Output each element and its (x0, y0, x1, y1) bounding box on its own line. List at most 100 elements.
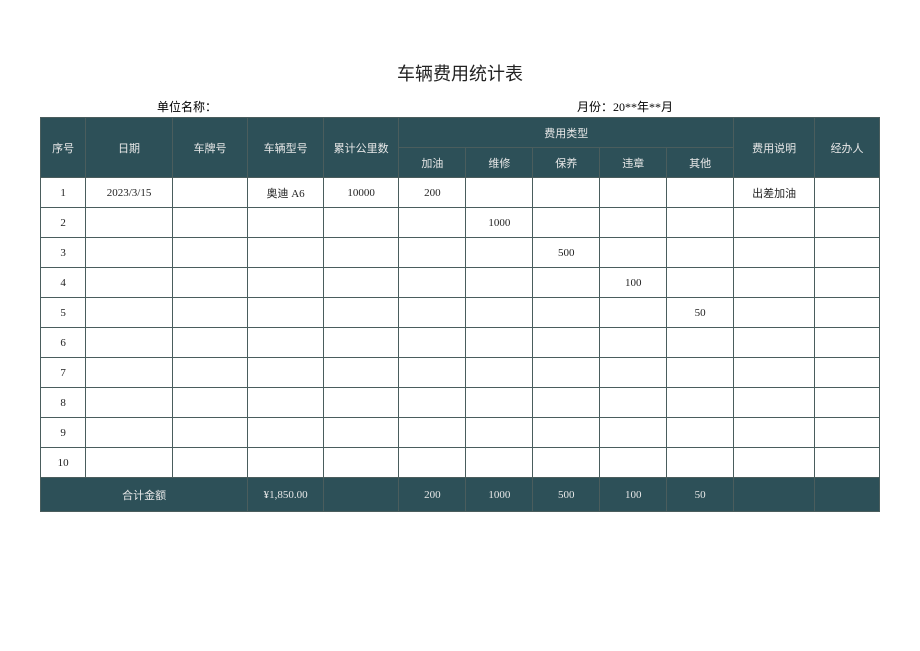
cell-km (323, 268, 399, 298)
expense-table: 序号 日期 车牌号 车辆型号 累计公里数 费用类型 费用说明 经办人 加油 维修… (40, 117, 880, 512)
cell-seq: 7 (41, 358, 86, 388)
cell-agent (815, 238, 880, 268)
cell-other (667, 328, 734, 358)
cell-other (667, 418, 734, 448)
cell-other (667, 238, 734, 268)
cell-plate (172, 268, 248, 298)
th-seq: 序号 (41, 118, 86, 178)
cell-fuel (399, 328, 466, 358)
cell-km: 10000 (323, 178, 399, 208)
table-row: 12023/3/15奥迪 A610000200出差加油 (41, 178, 880, 208)
cell-desc (734, 238, 815, 268)
cell-date (86, 448, 172, 478)
th-maint: 保养 (533, 148, 600, 178)
cell-agent (815, 358, 880, 388)
cell-date (86, 298, 172, 328)
cell-plate (172, 418, 248, 448)
table-row: 10 (41, 448, 880, 478)
table-row: 6 (41, 328, 880, 358)
cell-model (248, 358, 324, 388)
cell-km (323, 448, 399, 478)
cell-maint (533, 448, 600, 478)
cell-km (323, 208, 399, 238)
cell-violation: 100 (600, 268, 667, 298)
cell-violation (600, 208, 667, 238)
cell-maint (533, 298, 600, 328)
cell-fuel (399, 358, 466, 388)
th-date: 日期 (86, 118, 172, 178)
cell-desc (734, 358, 815, 388)
cell-seq: 8 (41, 388, 86, 418)
page-title: 车辆费用统计表 (40, 60, 880, 86)
cell-km (323, 388, 399, 418)
cell-km (323, 358, 399, 388)
cell-repair (466, 268, 533, 298)
table-row: 550 (41, 298, 880, 328)
totals-repair: 1000 (466, 478, 533, 512)
cell-model (248, 268, 324, 298)
cell-agent (815, 178, 880, 208)
cell-repair (466, 298, 533, 328)
cell-model (248, 328, 324, 358)
cell-date (86, 358, 172, 388)
cell-desc (734, 268, 815, 298)
th-km: 累计公里数 (323, 118, 399, 178)
unit-label: 单位名称： (157, 98, 217, 115)
totals-maint: 500 (533, 478, 600, 512)
cell-model: 奥迪 A6 (248, 178, 324, 208)
totals-other: 50 (667, 478, 734, 512)
cell-agent (815, 298, 880, 328)
cell-other (667, 208, 734, 238)
th-plate: 车牌号 (172, 118, 248, 178)
table-row: 8 (41, 388, 880, 418)
cell-maint (533, 328, 600, 358)
cell-desc (734, 328, 815, 358)
totals-amount: ¥1,850.00 (248, 478, 324, 512)
table-row: 9 (41, 418, 880, 448)
th-violation: 违章 (600, 148, 667, 178)
totals-blank-agent (815, 478, 880, 512)
cell-fuel (399, 298, 466, 328)
month-label: 月份：20**年**月 (577, 98, 673, 115)
cell-seq: 5 (41, 298, 86, 328)
cell-plate (172, 388, 248, 418)
cell-maint (533, 178, 600, 208)
cell-date: 2023/3/15 (86, 178, 172, 208)
table-row: 3500 (41, 238, 880, 268)
cell-maint (533, 388, 600, 418)
cell-agent (815, 208, 880, 238)
cell-date (86, 238, 172, 268)
th-model: 车辆型号 (248, 118, 324, 178)
cell-violation (600, 418, 667, 448)
cell-agent (815, 268, 880, 298)
cell-violation (600, 178, 667, 208)
cell-desc (734, 298, 815, 328)
cell-seq: 3 (41, 238, 86, 268)
th-fee-type: 费用类型 (399, 118, 734, 148)
cell-fuel (399, 418, 466, 448)
cell-maint (533, 268, 600, 298)
cell-model (248, 418, 324, 448)
cell-violation (600, 388, 667, 418)
cell-plate (172, 178, 248, 208)
cell-km (323, 298, 399, 328)
table-row: 7 (41, 358, 880, 388)
cell-other (667, 448, 734, 478)
cell-model (248, 238, 324, 268)
cell-seq: 10 (41, 448, 86, 478)
cell-other (667, 358, 734, 388)
cell-model (248, 298, 324, 328)
cell-seq: 9 (41, 418, 86, 448)
cell-maint (533, 208, 600, 238)
cell-km (323, 418, 399, 448)
cell-agent (815, 388, 880, 418)
totals-violation: 100 (600, 478, 667, 512)
table-row: 4100 (41, 268, 880, 298)
cell-km (323, 238, 399, 268)
cell-repair (466, 238, 533, 268)
totals-label: 合计金额 (41, 478, 248, 512)
cell-repair (466, 178, 533, 208)
cell-fuel: 200 (399, 178, 466, 208)
th-other: 其他 (667, 148, 734, 178)
cell-plate (172, 358, 248, 388)
